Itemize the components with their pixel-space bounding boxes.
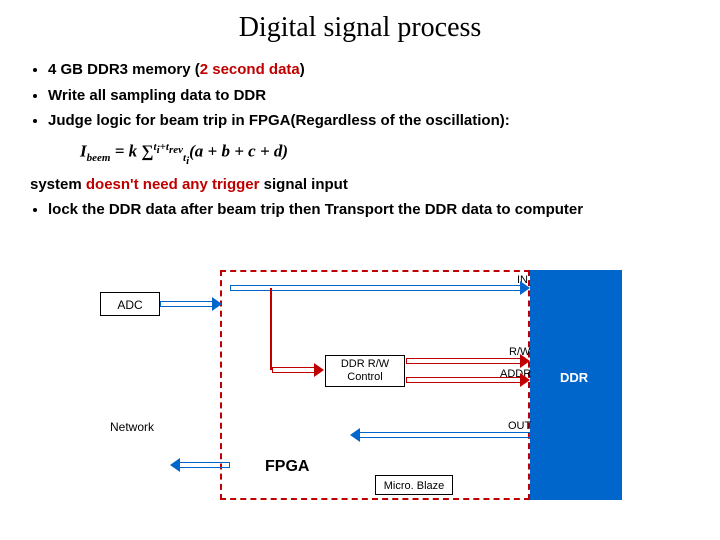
connector-vertical — [270, 288, 272, 370]
ctrl-label-2: Control — [347, 371, 382, 383]
bullet-item: 4 GB DDR3 memory (2 second data) — [48, 60, 720, 80]
formula-sub: beem — [87, 152, 111, 164]
bullet-text: 4 GB DDR3 memory ( — [48, 61, 200, 78]
bullet-item: lock the DDR data after beam trip then T… — [48, 200, 720, 220]
bullet-text: system — [30, 176, 86, 193]
bullet-item: Write all sampling data to DDR — [48, 86, 720, 106]
bullet-text: ) — [300, 61, 305, 78]
arrow-network — [170, 460, 230, 470]
ddr-box — [530, 270, 622, 500]
arrow-rw — [406, 356, 530, 366]
fpga-label: FPGA — [265, 458, 309, 476]
bullet-text-red: 2 second data — [200, 61, 300, 78]
block-diagram: ADC DDR R/W Control Micro. Blaze FPGA DD… — [90, 270, 650, 520]
page-title: Digital signal process — [0, 0, 720, 44]
bullet-item: system doesn't need any trigger signal i… — [30, 175, 720, 195]
bullet-list-2: system doesn't need any trigger signal i… — [48, 175, 720, 220]
formula-lhs: I — [80, 141, 87, 160]
arrow-in — [230, 283, 530, 293]
arrow-addr — [406, 375, 530, 385]
adc-block: ADC — [100, 292, 160, 316]
ddr-control-block: DDR R/W Control — [325, 355, 405, 387]
bullet-text: signal input — [259, 176, 347, 193]
formula-eq: = k ∑ — [110, 141, 153, 160]
bullet-list: 4 GB DDR3 memory (2 second data) Write a… — [48, 60, 720, 131]
network-label: Network — [110, 420, 154, 434]
formula-rhs: (a + b + c + d) — [189, 141, 288, 160]
microblaze-block: Micro. Blaze — [375, 475, 453, 495]
bullet-item: Judge logic for beam trip in FPGA(Regard… — [48, 111, 720, 131]
ctrl-label-1: DDR R/W — [341, 358, 389, 370]
arrow-adc-to-fpga — [160, 299, 222, 309]
bullet-text-red: doesn't need any trigger — [86, 176, 260, 193]
formula: Ibeem = k ∑ti+trevti(a + b + c + d) — [80, 141, 720, 167]
arrow-to-control — [272, 365, 324, 375]
arrow-out — [350, 430, 530, 440]
ddr-label: DDR — [560, 370, 588, 385]
formula-sup: ti+trev — [154, 141, 184, 153]
